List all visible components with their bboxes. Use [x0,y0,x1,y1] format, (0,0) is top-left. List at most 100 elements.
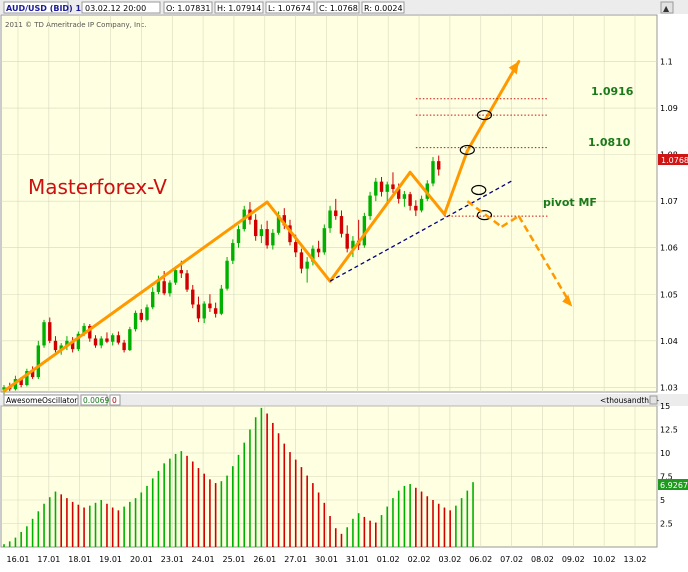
price-axis: 1.031.041.051.061.071.081.091.1 [660,58,678,393]
copyright-label: 2011 © TD Ameritrade IP Company, Inc. [5,21,147,29]
osc-tick-label: 2.5 [660,520,673,529]
date-tick-label: 03.02 [438,555,461,564]
candle-body [339,216,344,234]
date-tick-label: 30.01 [315,555,338,564]
date-tick-label: 26.01 [253,555,276,564]
level-label-1: 1.0916 [591,85,634,98]
candle-body [265,229,269,246]
candle-body [322,228,327,253]
candle-body [271,232,275,246]
date-tick-label: 07.02 [500,555,523,564]
candle-body [173,270,178,283]
oscillator-name: AwesomeOscillator [6,396,78,405]
date-tick-label: 08.02 [531,555,554,564]
candle-body [122,342,126,351]
candle-body [208,303,212,309]
date-axis: 16.01 17.01 18.01 19.01 20.01 23.01 24.01 25.01… [7,555,647,564]
candle-body [145,307,149,320]
candle-body [219,288,224,314]
oscillator-zero: 0 [112,396,117,405]
candle-body [202,303,206,319]
date-tick-label: 10.02 [593,555,616,564]
date-tick-label: 25.01 [222,555,245,564]
pivot-label: pivot MF [543,196,597,209]
date-tick-label: 17.01 [37,555,60,564]
price-tick-label: 1.1 [660,58,673,67]
brand-watermark: Masterforex-V [28,175,167,199]
candle-body [116,335,121,343]
candle-body [305,261,309,269]
candle-body [185,273,189,290]
osc-tick-label: 10 [660,449,670,458]
date-tick-label: 20.01 [130,555,153,564]
candle-body [402,194,407,199]
candle-body [408,194,412,206]
date-tick-label: 13.02 [624,555,647,564]
candle-body [379,181,384,192]
candle-body [42,322,46,346]
date-tick-label: 09.02 [562,555,585,564]
osc-tick-label: 5 [660,496,665,505]
candle-body [299,252,304,269]
candle-body [374,181,378,196]
candle-body [110,335,115,342]
chart-window: AUD/USD (BID) 180 d 4h 03.02.12 20:00 O:… [0,0,688,568]
price-tick-label: 1.05 [660,290,678,299]
level-label-2: 1.0810 [588,136,631,149]
candle-body [105,338,109,342]
candle-body [414,205,418,211]
candle-body [294,242,298,253]
price-tick-label: 1.09 [660,104,678,113]
candle-body [328,210,332,229]
price-badge-label: 1.0768 [661,156,688,165]
candle-body [168,282,172,294]
candle-body [53,340,58,351]
candle-body [431,161,435,184]
date-tick-label: 19.01 [99,555,122,564]
candle-body [419,198,424,211]
candle-body [93,338,98,346]
osc-tick-label: 15 [660,402,670,411]
candle-body [99,338,103,346]
candle-body [368,195,372,217]
range-label: R: 0.0024 [364,4,403,13]
date-tick-label: 02.02 [408,555,431,564]
date-tick-label: 24.01 [192,555,215,564]
osc-tick-label: 12.5 [660,426,678,435]
oscillator-badge-label: 6.9267 [660,481,688,490]
close-label: C: 1.0768 [319,4,358,13]
candle-body [48,322,52,341]
candle-body [133,312,138,330]
candle-body [196,304,201,319]
chart-canvas: AUD/USD (BID) 180 d 4h 03.02.12 20:00 O:… [0,0,688,564]
candle-body [213,308,218,314]
candle-body [253,219,258,237]
candle-body [162,281,166,294]
candle-body [36,345,41,378]
candle-body [139,312,143,320]
price-tick-label: 1.03 [660,383,678,392]
price-tick-label: 1.06 [660,244,678,253]
oscillator-axis: 2.557.51012.515 [660,402,678,529]
candle-body [316,248,321,253]
candle-body [437,161,441,170]
date-tick-label: 31.01 [346,555,369,564]
candle-body [128,329,132,351]
date-tick-label: 18.01 [68,555,91,564]
low-label: L: 1.07674 [268,4,311,13]
high-label: H: 1.07914 [217,4,261,13]
date-tick-label: 06.02 [469,555,492,564]
date-label: 03.02.12 20:00 [85,4,146,13]
candle-body [179,270,184,274]
open-label: O: 1.07831 [166,4,210,13]
candle-body [236,229,241,244]
scroll-up-icon: ▲ [663,4,670,13]
date-tick-label: 01.02 [377,555,400,564]
date-tick-label: 23.01 [161,555,184,564]
candle-body [225,260,229,289]
oscillator-scroll-button[interactable] [649,395,658,405]
date-tick-label: 27.01 [284,555,307,564]
candle-body [391,184,395,190]
date-tick-label: 16.01 [7,555,30,564]
price-tick-label: 1.07 [660,197,678,206]
